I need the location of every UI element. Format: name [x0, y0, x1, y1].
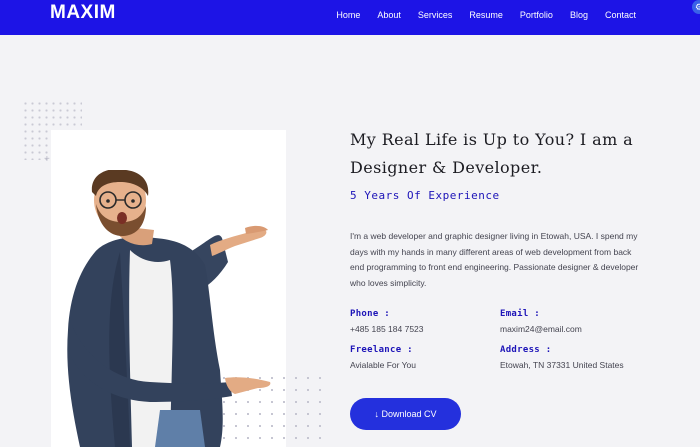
address-label: Address : — [500, 345, 552, 355]
nav-link-resume[interactable]: Resume — [469, 9, 503, 23]
download-cv-button[interactable]: ↓ Download CV — [350, 398, 461, 430]
nav-link-services[interactable]: Services — [418, 9, 453, 23]
nav-link-home[interactable]: Home — [336, 9, 360, 23]
download-cv-label: Download CV — [381, 409, 437, 419]
site-logo[interactable]: MAXIM — [50, 2, 116, 24]
nav-link-contact[interactable]: Contact — [605, 9, 636, 23]
bio-paragraph: I'm a web developer and graphic designer… — [350, 231, 639, 288]
phone-value: +485 185 184 7523 — [350, 324, 424, 334]
nav-links: Home About Services Resume Portfolio Blo… — [319, 9, 636, 23]
phone-label: Phone : — [350, 309, 391, 319]
nav-link-portfolio[interactable]: Portfolio — [520, 9, 553, 23]
navbar: MAXIM Home About Services Resume Portfol… — [0, 0, 700, 35]
nav-link-blog[interactable]: Blog — [570, 9, 588, 23]
email-value[interactable]: maxim24@email.com — [500, 324, 582, 334]
download-icon: ↓ — [374, 409, 379, 419]
email-label: Email : — [500, 309, 541, 319]
plus-decoration-icon: + — [44, 154, 50, 165]
settings-icon[interactable]: ⚙ — [692, 0, 700, 14]
freelance-label: Freelance : — [350, 345, 413, 355]
address-value: Etowah, TN 37331 United States — [500, 360, 624, 370]
profile-photo — [67, 170, 271, 447]
experience-subtitle: 5 Years Of Experience — [350, 189, 500, 202]
hero-headline: My Real Life is Up to You? I am a Design… — [350, 130, 634, 177]
freelance-value: Avialable For You — [350, 360, 417, 370]
nav-link-about[interactable]: About — [377, 9, 401, 23]
